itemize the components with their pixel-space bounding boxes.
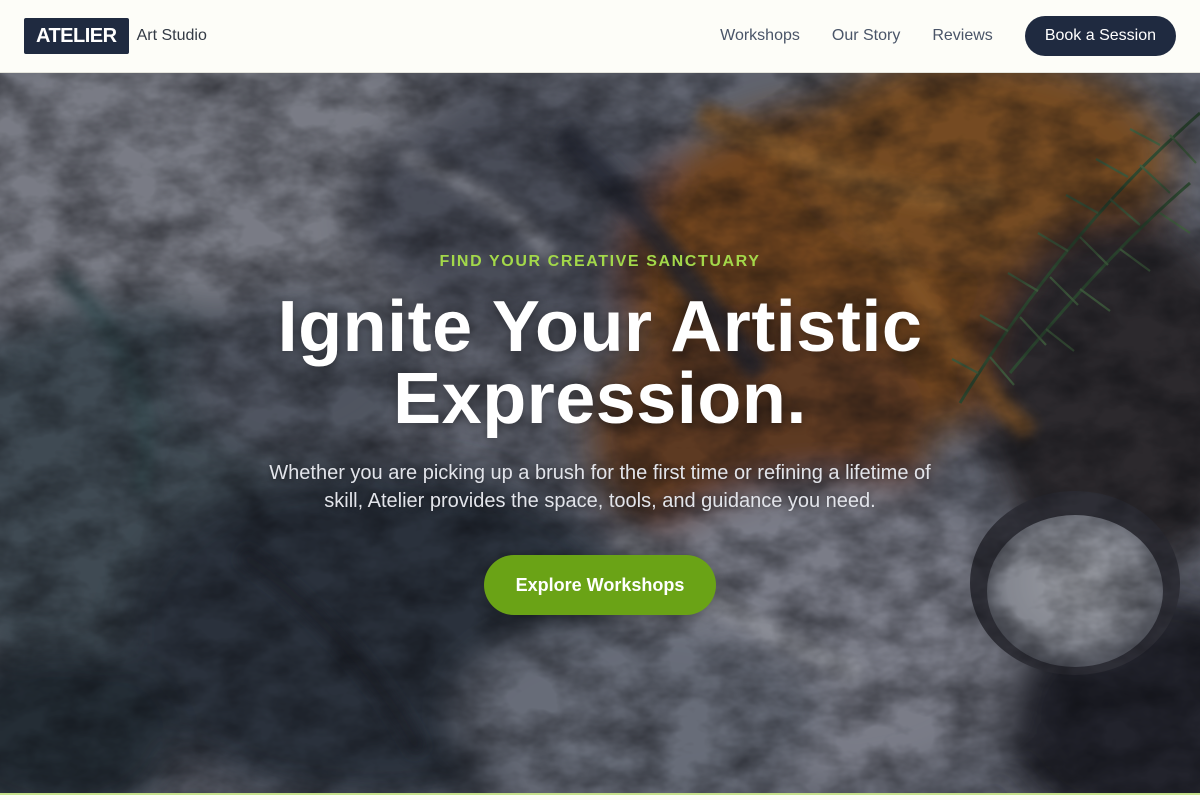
nav-link-reviews[interactable]: Reviews [932,27,992,45]
main-nav: Workshops Our Story Reviews Book a Sessi… [720,16,1176,56]
nav-link-our-story[interactable]: Our Story [832,27,900,45]
hero-headline: Ignite Your Artistic Expression. [0,291,1200,435]
brand-tagline: Art Studio [136,27,207,44]
nav-link-workshops[interactable]: Workshops [720,27,800,45]
hero-headline-line-1: Ignite Your Artistic [277,287,923,367]
hero-content: FIND YOUR CREATIVE SANCTUARY Ignite Your… [0,73,1200,793]
hero-headline-line-2: Expression. [393,359,807,439]
explore-workshops-button[interactable]: Explore Workshops [484,555,716,615]
hero-subtext: Whether you are picking up a brush for t… [269,462,931,512]
hero-eyebrow: FIND YOUR CREATIVE SANCTUARY [439,253,761,270]
hero-section: FIND YOUR CREATIVE SANCTUARY Ignite Your… [0,73,1200,793]
brand-logo[interactable]: ATELIER [24,18,129,54]
book-session-button[interactable]: Book a Session [1024,16,1176,56]
section-divider [0,793,1200,800]
site-header: ATELIER Art Studio Workshops Our Story R… [0,0,1200,73]
